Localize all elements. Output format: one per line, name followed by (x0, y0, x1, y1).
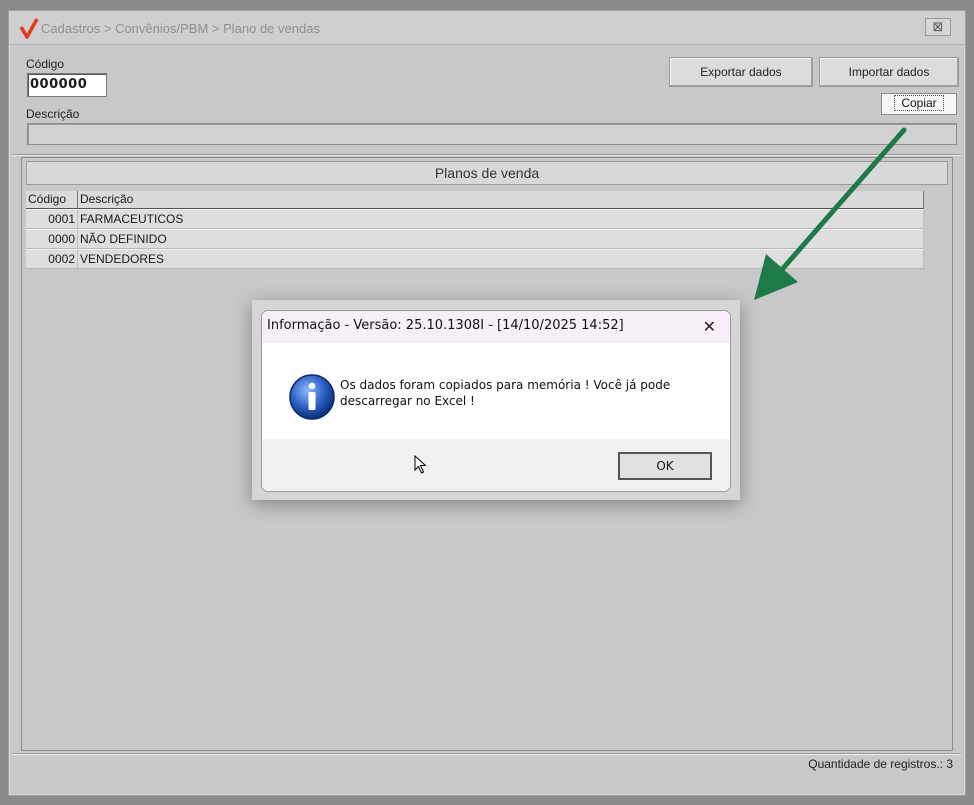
cell-codigo: 0000 (26, 230, 78, 248)
cell-codigo: 0001 (26, 210, 78, 228)
descricao-label: Descrição (26, 107, 80, 121)
column-header-codigo[interactable]: Código (26, 191, 78, 208)
window-close-button[interactable]: ⊠ (925, 18, 951, 36)
mouse-cursor-icon (414, 455, 427, 474)
codigo-label: Código (26, 57, 65, 71)
dialog-close-icon[interactable]: ✕ (703, 317, 716, 337)
dialog-footer: OK (262, 439, 730, 491)
copiar-label: Copiar (894, 95, 944, 111)
info-icon (289, 374, 335, 420)
codigo-input[interactable]: 000000 (27, 73, 107, 97)
cell-codigo: 0002 (26, 250, 78, 268)
brand-check-icon (19, 18, 39, 39)
title-bar: Cadastros > Convênios/PBM > Plano de ven… (9, 11, 965, 45)
exportar-dados-button[interactable]: Exportar dados (669, 57, 813, 87)
importar-dados-button[interactable]: Importar dados (819, 57, 959, 87)
info-dialog: Informação - Versão: 25.10.1308I - [14/1… (261, 310, 731, 492)
window-title: Cadastros > Convênios/PBM > Plano de ven… (41, 21, 320, 36)
annotation-arrow-icon (754, 127, 907, 300)
dialog-message: Os dados foram copiados para memória ! V… (340, 378, 671, 408)
status-divider (13, 753, 961, 755)
copiar-button[interactable]: Copiar (881, 93, 957, 115)
dialog-title: Informação - Versão: 25.10.1308I - [14/1… (262, 311, 730, 343)
ok-button[interactable]: OK (618, 452, 712, 480)
record-count: Quantidade de registros.: 3 (808, 757, 953, 771)
